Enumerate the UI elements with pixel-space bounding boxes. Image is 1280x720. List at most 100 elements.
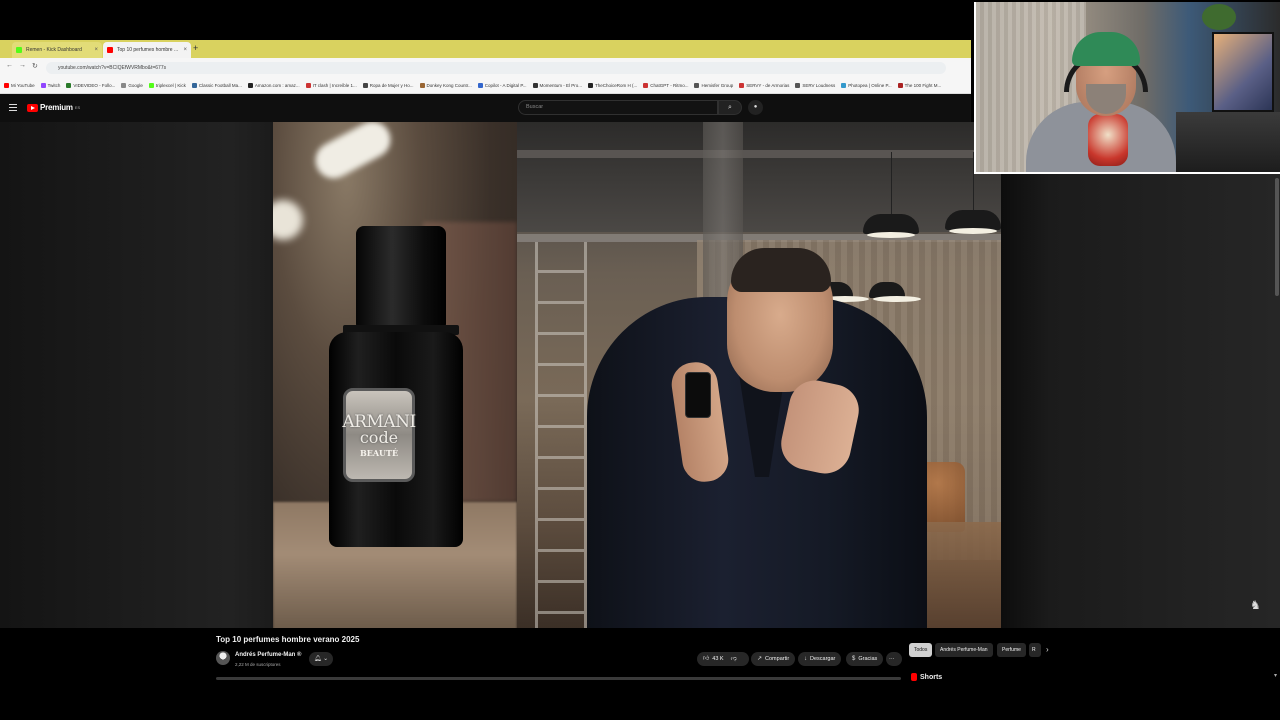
bookmark-label: SERV Loudness bbox=[802, 83, 836, 88]
reload-icon[interactable]: ↻ bbox=[32, 62, 38, 70]
video-frame-presenter bbox=[517, 122, 1001, 628]
chip-channel[interactable]: Andrés Perfume-Man bbox=[935, 643, 993, 657]
bookmark-item[interactable]: VIDEVIDEO - Follo... bbox=[66, 83, 115, 88]
bookmark-label: TheChoiceRom H (... bbox=[595, 83, 638, 88]
bookmark-item[interactable]: Donkey Kong Countr... bbox=[419, 83, 472, 88]
bookmark-favicon-icon bbox=[362, 83, 368, 88]
forward-arrow-icon[interactable]: → bbox=[19, 62, 26, 69]
green-cap bbox=[1072, 32, 1140, 66]
chevron-down-icon: ⌄ bbox=[323, 656, 329, 662]
bookmark-item[interactable]: The 100 Fight M... bbox=[897, 83, 942, 88]
address-bar[interactable]: youtube.com/watch?v=BCIQEfWVRMbo&t=677s bbox=[46, 62, 946, 74]
bookmark-favicon-icon bbox=[532, 83, 538, 88]
popeye-shirt-print bbox=[1088, 114, 1128, 166]
bookmark-label: Donkey Kong Countr... bbox=[426, 83, 472, 88]
bookmark-item[interactable]: Hemisfer Group bbox=[694, 83, 733, 88]
notifications-button[interactable]: 🔔︎ ⌄ bbox=[309, 652, 333, 666]
bookmark-item[interactable]: SERV Loudness bbox=[795, 83, 835, 88]
thumbs-up-icon: 👍︎ bbox=[703, 656, 710, 662]
bookmark-item[interactable]: Twitch bbox=[40, 83, 61, 88]
browser-tab-youtube[interactable]: Top 10 perfumes hombre ... × bbox=[103, 42, 191, 58]
bookmark-label: The 100 Fight M... bbox=[904, 83, 942, 88]
channel-avatar[interactable] bbox=[216, 651, 230, 665]
bookmark-favicon-icon bbox=[148, 83, 154, 88]
browser-toolbar: ← → ↻ youtube.com/watch?v=BCIQEfWVRMbo&t… bbox=[0, 58, 971, 78]
voice-search-button[interactable]: ● bbox=[748, 100, 763, 115]
bookmark-label: VIDEVIDEO - Follo... bbox=[73, 83, 116, 88]
like-dislike-button[interactable]: 👍︎ 43 K 👎︎ bbox=[697, 652, 749, 666]
bookmark-item[interactable]: Ropa de Mujer y Ho... bbox=[362, 83, 414, 88]
bottle-cap bbox=[356, 226, 446, 326]
ceiling-lamp bbox=[863, 214, 919, 238]
bookmark-item[interactable]: Google bbox=[121, 83, 143, 88]
search-icon: ⌕ bbox=[728, 104, 732, 111]
new-tab-button[interactable]: + bbox=[193, 43, 198, 53]
presenter-avatar-icon[interactable]: ♞ bbox=[1250, 598, 1264, 616]
back-arrow-icon[interactable]: ← bbox=[6, 62, 13, 69]
like-count: 43 K bbox=[712, 656, 724, 662]
bookmark-item[interactable]: triplexcel | Kick bbox=[148, 83, 186, 88]
scrollbar-thumb[interactable] bbox=[1275, 178, 1279, 296]
ceiling-lamp bbox=[945, 210, 1001, 234]
logo-region: ES bbox=[74, 105, 81, 110]
chip-more[interactable]: R bbox=[1029, 643, 1041, 657]
channel-name[interactable]: Andrés Perfume-Man ® bbox=[235, 652, 301, 658]
video-title: Top 10 perfumes hombre verano 2025 bbox=[216, 635, 360, 644]
youtube-favicon-icon bbox=[107, 47, 113, 53]
bookmark-item[interactable]: ChatGPT - Ritmo... bbox=[643, 83, 688, 88]
thumbs-down-icon[interactable]: 👎︎ bbox=[731, 652, 737, 666]
bookmark-label: Mi YouTube bbox=[11, 83, 35, 88]
bookmark-label: IT clash | Increíble 1... bbox=[312, 83, 357, 88]
close-tab-icon[interactable]: × bbox=[183, 47, 187, 53]
bookmark-label: SERVY - de Armorias bbox=[746, 83, 790, 88]
bookmark-label: Copilot - A Digital P... bbox=[484, 83, 527, 88]
chip-all[interactable]: Todos bbox=[909, 643, 933, 657]
youtube-header: Premium ES Buscar ⌕ ● bbox=[0, 94, 971, 122]
close-tab-icon[interactable]: × bbox=[94, 47, 98, 53]
bookmark-item[interactable]: Mi YouTube bbox=[4, 83, 35, 88]
shorts-section-header: Shorts bbox=[911, 673, 942, 681]
bookmark-item[interactable]: Photopea | Online P... bbox=[841, 83, 892, 88]
scroll-down-arrow-icon[interactable]: ▾ bbox=[1274, 672, 1277, 679]
bookmark-item[interactable]: Momentum - El Pro... bbox=[532, 83, 583, 88]
bookmark-label: Momentum - El Pro... bbox=[539, 83, 583, 88]
bookmark-item[interactable]: TheChoiceRom H (... bbox=[588, 83, 637, 88]
microphone-icon: ● bbox=[753, 104, 758, 110]
bookmark-favicon-icon bbox=[247, 83, 253, 88]
bookmark-label: Hemisfer Group bbox=[701, 83, 734, 88]
more-actions-button[interactable]: ··· bbox=[886, 652, 902, 666]
download-icon: ↓ bbox=[804, 656, 807, 662]
description-bar bbox=[216, 677, 901, 680]
perfume-bottle-in-hand bbox=[685, 372, 711, 418]
streamer-webcam bbox=[974, 2, 1280, 174]
bookmark-favicon-icon bbox=[694, 83, 700, 88]
subscriber-count: 2,22 M de suscriptores bbox=[235, 662, 281, 667]
bookmark-label: Twitch bbox=[47, 83, 61, 88]
share-label: Compartir bbox=[765, 656, 790, 662]
search-button[interactable]: ⌕ bbox=[718, 100, 742, 115]
shorts-icon bbox=[911, 673, 917, 681]
bookmark-item[interactable]: Classic Football Ma... bbox=[191, 83, 242, 88]
bookmark-favicon-icon bbox=[419, 83, 425, 88]
menu-icon[interactable] bbox=[9, 104, 17, 111]
bottle-label: ARMANI code BEAUTÉ bbox=[342, 388, 416, 482]
bookmarks-bar: Mi YouTube Twitch VIDEVIDEO - Follo... Goog… bbox=[0, 78, 971, 94]
bookmark-item[interactable]: Copilot - A Digital P... bbox=[477, 83, 527, 88]
browser-tab-kick[interactable]: Remen - Kick Dashboard × bbox=[12, 42, 102, 58]
youtube-logo[interactable]: Premium ES bbox=[27, 103, 80, 112]
search-input[interactable]: Buscar bbox=[518, 100, 718, 115]
logo-text: Premium bbox=[40, 103, 73, 112]
bookmark-item[interactable]: IT clash | Increíble 1... bbox=[305, 83, 357, 88]
share-icon: ↗ bbox=[757, 656, 763, 662]
share-button[interactable]: ↗ Compartir bbox=[751, 652, 796, 666]
bookmark-label: ChatGPT - Ritmo... bbox=[650, 83, 689, 88]
download-button[interactable]: ↓ Descargar bbox=[798, 652, 842, 666]
bookmark-item[interactable]: Amazon.com : amaz... bbox=[247, 83, 300, 88]
bookmark-favicon-icon bbox=[477, 83, 483, 88]
bookmark-favicon-icon bbox=[897, 83, 903, 88]
chip-perfume[interactable]: Perfume bbox=[997, 643, 1026, 657]
chevron-right-icon[interactable]: › bbox=[1046, 645, 1049, 654]
screen: Remen - Kick Dashboard × Top 10 perfumes… bbox=[0, 0, 1280, 720]
thanks-button[interactable]: $ Gracias bbox=[846, 652, 884, 666]
bookmark-item[interactable]: SERVY - de Armorias bbox=[739, 83, 789, 88]
